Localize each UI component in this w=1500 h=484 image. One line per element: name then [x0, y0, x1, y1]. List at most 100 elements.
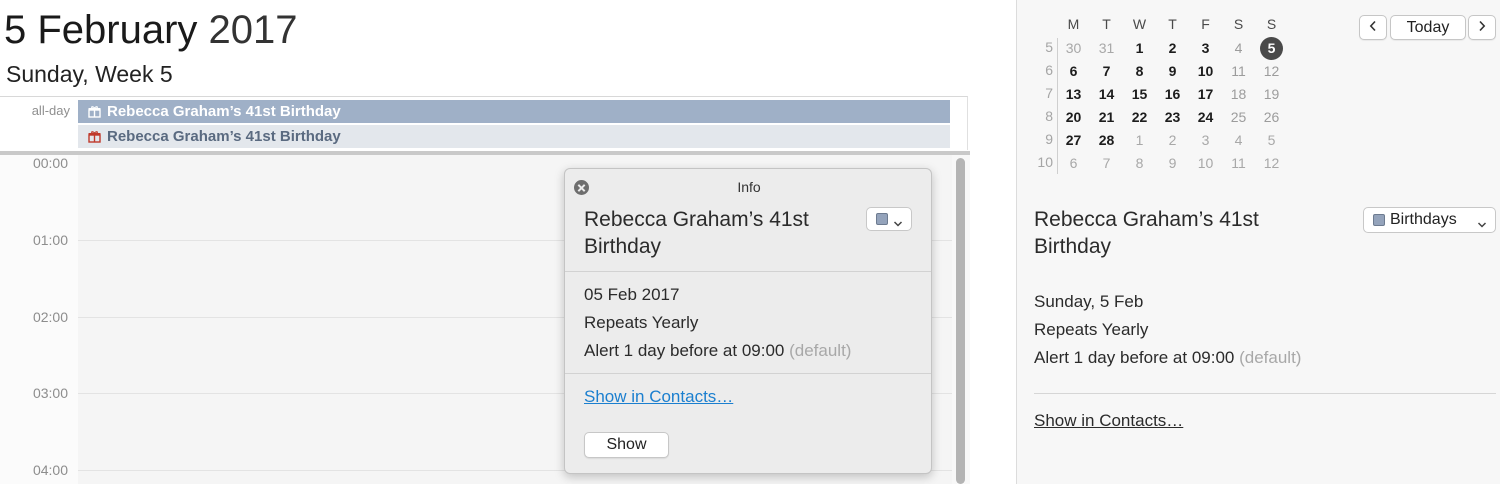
all-day-event[interactable]: Rebecca Graham’s 41st Birthday: [78, 125, 950, 148]
mini-calendar-day[interactable]: 6: [1057, 152, 1090, 175]
chevron-left-icon: [1369, 19, 1377, 37]
mini-calendar-day[interactable]: 10: [1189, 60, 1222, 83]
mini-calendar-day[interactable]: 7: [1090, 152, 1123, 175]
show-button[interactable]: Show: [584, 432, 669, 458]
mini-calendar-day[interactable]: 19: [1255, 83, 1288, 106]
mini-calendar-day[interactable]: 9: [1156, 152, 1189, 175]
mini-calendar-day[interactable]: 12: [1255, 60, 1288, 83]
mini-calendar-day[interactable]: 8: [1123, 152, 1156, 175]
day-number: 16: [1164, 86, 1181, 102]
mini-calendar-day[interactable]: 14: [1090, 83, 1123, 106]
day-number: 13: [1065, 86, 1082, 102]
mini-calendar-day[interactable]: 6: [1057, 60, 1090, 83]
mini-calendar-day[interactable]: 4: [1222, 129, 1255, 152]
mini-calendar-day[interactable]: 11: [1222, 60, 1255, 83]
hour-label: 04:00: [32, 462, 68, 478]
mini-calendar-day[interactable]: 21: [1090, 106, 1123, 129]
day-number: 7: [1102, 155, 1111, 171]
chevron-down-icon: [1477, 216, 1487, 228]
day-number: 24: [1197, 109, 1214, 125]
detail-repeat[interactable]: Repeats Yearly: [1034, 320, 1148, 340]
day-number: 1: [1135, 132, 1144, 148]
mini-calendar-day[interactable]: 9: [1156, 60, 1189, 83]
mini-calendar-day[interactable]: 3: [1189, 129, 1222, 152]
scrollbar-thumb[interactable]: [956, 158, 965, 484]
all-day-label: all-day: [31, 103, 70, 118]
popover-repeat[interactable]: Repeats Yearly: [584, 313, 698, 333]
all-day-event[interactable]: Rebecca Graham’s 41st Birthday: [78, 100, 950, 123]
previous-button[interactable]: [1359, 15, 1387, 40]
day-number: 17: [1197, 86, 1214, 102]
detail-date[interactable]: Sunday, 5 Feb: [1034, 292, 1143, 312]
mini-calendar-day[interactable]: 2: [1156, 37, 1189, 60]
popover-alert-text: Alert 1 day before at 09:00: [584, 341, 785, 360]
mini-calendar-day[interactable]: 4: [1222, 37, 1255, 60]
page-subtitle: Sunday, Week 5: [6, 61, 173, 87]
hour-label: 03:00: [32, 385, 68, 401]
mini-calendar-day[interactable]: 31: [1090, 37, 1123, 60]
mini-calendar-day[interactable]: 26: [1255, 106, 1288, 129]
popover-event-name[interactable]: Rebecca Graham’s 41st Birthday: [584, 206, 854, 260]
day-number: 3: [1201, 132, 1210, 148]
mini-calendar-day[interactable]: 8: [1123, 60, 1156, 83]
day-number: 4: [1234, 40, 1243, 56]
day-number: 5: [1260, 37, 1283, 60]
mini-calendar-day[interactable]: 16: [1156, 83, 1189, 106]
weekday-header: S: [1266, 16, 1277, 32]
popover-divider: [565, 271, 931, 272]
mini-calendar-day[interactable]: 30: [1057, 37, 1090, 60]
day-number: 31: [1098, 40, 1115, 56]
week-number: 5: [1045, 39, 1053, 55]
calendar-color-swatch: [875, 213, 888, 225]
mini-calendar-day[interactable]: 5: [1255, 129, 1288, 152]
day-number: 21: [1098, 109, 1115, 125]
calendar-color-swatch: [1373, 214, 1385, 226]
show-in-contacts-link[interactable]: Show in Contacts…: [584, 387, 733, 407]
mini-calendar-day[interactable]: 1: [1123, 129, 1156, 152]
chevron-right-icon: [1478, 19, 1486, 37]
popover-date[interactable]: 05 Feb 2017: [584, 285, 679, 305]
mini-calendar-day[interactable]: 11: [1222, 152, 1255, 175]
week-number: 8: [1045, 108, 1053, 124]
mini-calendar-day[interactable]: 1: [1123, 37, 1156, 60]
detail-alert-default: (default): [1239, 348, 1302, 367]
gift-icon: [88, 130, 101, 143]
day-number: 9: [1168, 63, 1177, 79]
day-number: 7: [1102, 63, 1111, 79]
mini-calendar-day[interactable]: 24: [1189, 106, 1222, 129]
day-number: 22: [1131, 109, 1148, 125]
calendar-color-picker[interactable]: [866, 207, 912, 231]
mini-calendar-day[interactable]: 2: [1156, 129, 1189, 152]
mini-calendar-day[interactable]: 15: [1123, 83, 1156, 106]
calendar-window: 5 February 2017 Sunday, Week 5 all-day R…: [0, 0, 1500, 484]
detail-alert[interactable]: Alert 1 day before at 09:00 (default): [1034, 348, 1301, 368]
mini-calendar-day-selected[interactable]: 5: [1255, 37, 1288, 60]
next-button[interactable]: [1468, 15, 1496, 40]
day-number: 3: [1201, 40, 1210, 56]
mini-calendar-day[interactable]: 10: [1189, 152, 1222, 175]
mini-calendar-day[interactable]: 18: [1222, 83, 1255, 106]
day-number: 11: [1231, 155, 1246, 171]
day-number: 15: [1131, 86, 1148, 102]
mini-calendar-day[interactable]: 23: [1156, 106, 1189, 129]
mini-calendar-day[interactable]: 13: [1057, 83, 1090, 106]
mini-calendar-day[interactable]: 12: [1255, 152, 1288, 175]
mini-calendar-day[interactable]: 3: [1189, 37, 1222, 60]
mini-calendar-day[interactable]: 27: [1057, 129, 1090, 152]
title-year: 2017: [208, 8, 298, 52]
day-number: 1: [1135, 40, 1144, 56]
title-day-month: 5 February: [4, 8, 198, 52]
calendar-select[interactable]: Birthdays: [1363, 207, 1496, 233]
mini-calendar-day[interactable]: 28: [1090, 129, 1123, 152]
mini-calendar-day[interactable]: 25: [1222, 106, 1255, 129]
detail-event-name[interactable]: Rebecca Graham’s 41st Birthday: [1034, 206, 1334, 260]
day-number: 9: [1168, 155, 1177, 171]
mini-calendar-day[interactable]: 17: [1189, 83, 1222, 106]
mini-calendar-day[interactable]: 7: [1090, 60, 1123, 83]
popover-alert[interactable]: Alert 1 day before at 09:00 (default): [584, 341, 851, 361]
today-button[interactable]: Today: [1390, 15, 1466, 40]
mini-calendar-day[interactable]: 22: [1123, 106, 1156, 129]
mini-calendar-day[interactable]: 20: [1057, 106, 1090, 129]
info-popover: Info Rebecca Graham’s 41st Birthday 05 F…: [564, 168, 932, 474]
show-in-contacts-link[interactable]: Show in Contacts…: [1034, 411, 1183, 431]
